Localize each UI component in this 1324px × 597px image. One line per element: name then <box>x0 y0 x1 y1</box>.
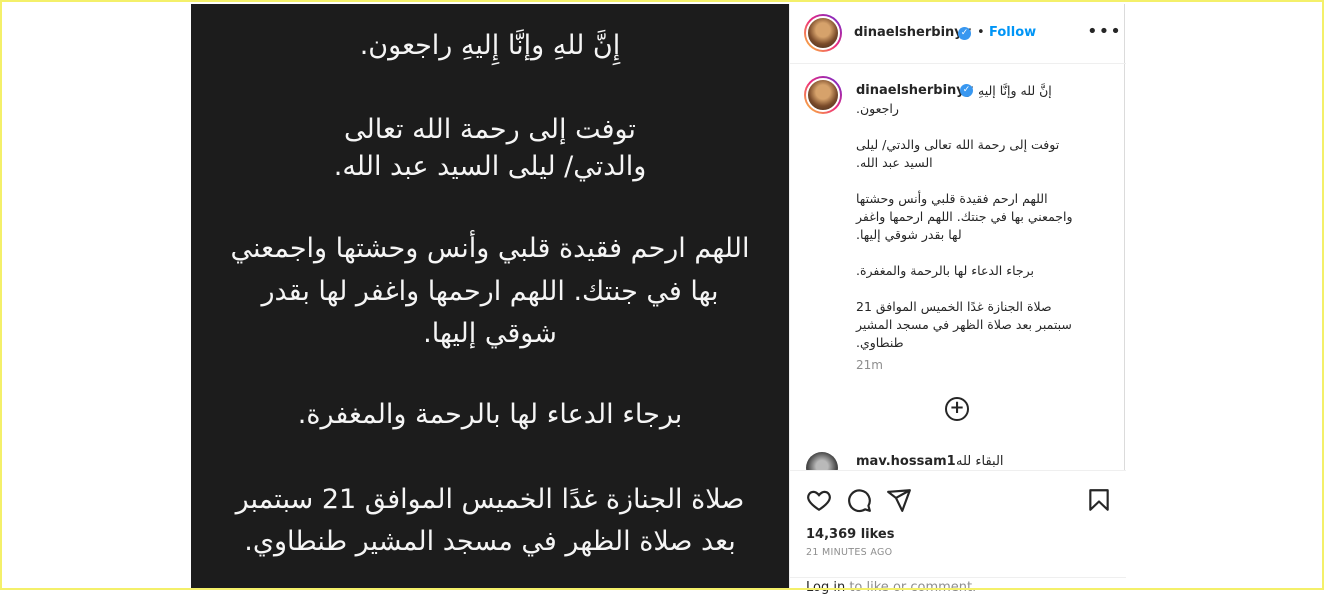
image-text-line: اللهم ارحم فقيدة قلبي وأنس وحشتها واجمعن… <box>230 233 750 264</box>
caption-line: راجعون. <box>856 101 899 116</box>
author-avatar[interactable] <box>804 14 842 52</box>
post-image: إِنَّ للهِ وإنَّا إِليهِ راجعون. توفت إل… <box>191 4 789 590</box>
image-text-line: توفت إلى رحمة الله تعالى <box>344 114 636 145</box>
login-prompt: Log in to like or comment. <box>790 577 1126 597</box>
login-link[interactable]: Log in <box>806 580 845 595</box>
caption-line: توفت إلى رحمة الله تعالى والدتي/ ليلى <box>856 137 1060 152</box>
verified-icon: ✓ <box>960 84 973 97</box>
plus-circle-icon[interactable]: + <box>945 397 969 421</box>
post-time-ago: 21 MINUTES AGO <box>806 547 893 558</box>
image-text-line: برجاء الدعاء لها بالرحمة والمغفرة. <box>297 399 683 430</box>
image-text-line: إِنَّ للهِ وإنَّا إِليهِ راجعون. <box>359 30 621 61</box>
author-username[interactable]: dinaelsherbinyy <box>854 25 971 40</box>
caption-line: السيد عبد الله. <box>856 155 933 170</box>
image-text-line: بعد صلاة الظهر في مسجد المشير طنطاوي. <box>244 526 736 557</box>
caption-line: سبتمبر بعد صلاة الظهر في مسجد المشير <box>856 317 1072 332</box>
heart-icon[interactable] <box>806 487 832 513</box>
caption-avatar[interactable] <box>804 76 842 114</box>
caption-text: إنَّ لله وإنَّا إليهِ <box>978 83 1052 98</box>
caption-line: برجاء الدعاء لها بالرحمة والمغفرة. <box>856 263 1035 278</box>
follow-button[interactable]: Follow <box>989 25 1036 40</box>
image-text-line: صلاة الجنازة غدًا الخميس الموافق 21 سبتم… <box>235 484 745 515</box>
action-bar: 14,369 likes 21 MINUTES AGO Log in to li… <box>790 470 1126 595</box>
caption-line: واجمعني بها في جنتك. اللهم ارحمها واغفر <box>856 209 1073 224</box>
share-icon[interactable] <box>886 487 912 513</box>
login-prompt-text: to like or comment. <box>845 580 977 595</box>
separator-dot: • <box>977 25 985 40</box>
verified-icon: ✓ <box>958 27 971 40</box>
caption-line: طنطاوي. <box>856 335 904 350</box>
post-caption: dinaelsherbinyy ✓ إنَّ لله وإنَّا إليهِ … <box>856 82 1096 352</box>
likes-count[interactable]: 14,369 likes <box>806 527 894 542</box>
post-sidebar: dinaelsherbinyy ✓ • Follow ••• dinaelshe… <box>789 4 1126 595</box>
caption-time[interactable]: 21m <box>856 358 883 372</box>
post-header: dinaelsherbinyy ✓ • Follow ••• <box>790 4 1126 64</box>
caption-username[interactable]: dinaelsherbinyy <box>856 82 973 100</box>
more-icon[interactable]: ••• <box>1087 21 1122 42</box>
comment-icon[interactable] <box>846 487 872 513</box>
image-text-line: شوقي إليها. <box>423 318 557 349</box>
caption-line: صلاة الجنازة غدًا الخميس الموافق 21 <box>856 299 1052 314</box>
image-text-line: والدتي/ ليلى السيد عبد الله. <box>333 151 647 182</box>
caption-line: اللهم ارحم فقيدة قلبي وأنس وحشتها <box>856 191 1048 206</box>
caption-line: لها بقدر شوقي إليها. <box>856 227 962 242</box>
comment-text: البقاء لله <box>956 454 1004 469</box>
comment-username[interactable]: mav.hossam1 <box>856 454 956 469</box>
bookmark-icon[interactable] <box>1086 487 1112 513</box>
image-text-line: بها في جنتك. اللهم ارحمها واغفر لها بقدر <box>261 276 719 307</box>
